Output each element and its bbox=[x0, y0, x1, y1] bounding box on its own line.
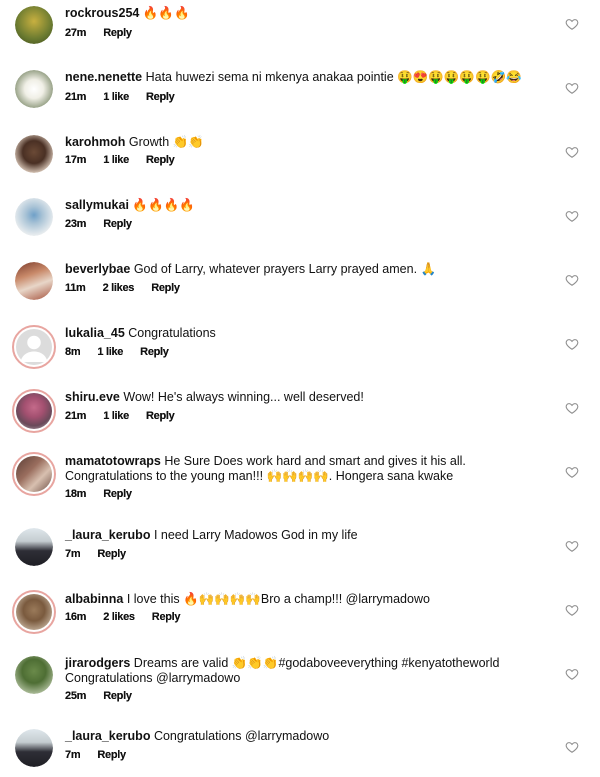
like-heart-icon[interactable] bbox=[565, 539, 579, 553]
comment-text: I love this 🔥🙌🙌🙌🙌Bro a champ!!! @larryma… bbox=[126, 592, 430, 606]
comment-username[interactable]: karohmoh bbox=[65, 135, 125, 149]
reply-button[interactable]: Reply bbox=[146, 410, 175, 422]
reply-button[interactable]: Reply bbox=[103, 488, 132, 500]
avatar[interactable] bbox=[15, 729, 53, 767]
comment-time: 8m bbox=[65, 346, 81, 358]
comment-likes[interactable]: 1 like bbox=[97, 346, 123, 358]
avatar[interactable] bbox=[15, 262, 53, 300]
comment-text: Congratulations bbox=[128, 326, 216, 340]
comment-username[interactable]: mamatotowraps bbox=[65, 454, 161, 468]
comment-time: 21m bbox=[65, 410, 87, 422]
reply-button[interactable]: Reply bbox=[151, 282, 180, 294]
reply-button[interactable]: Reply bbox=[97, 749, 126, 761]
like-heart-icon[interactable] bbox=[565, 740, 579, 754]
reply-button[interactable]: Reply bbox=[103, 218, 132, 230]
comment-username[interactable]: lukalia_45 bbox=[65, 326, 125, 340]
comment-username[interactable]: shiru.eve bbox=[65, 390, 120, 404]
comment-time: 17m bbox=[65, 154, 87, 166]
comment-text: Growth 👏👏 bbox=[128, 135, 204, 149]
comment-time: 18m bbox=[65, 488, 87, 500]
reply-button[interactable]: Reply bbox=[103, 27, 132, 39]
comment-likes[interactable]: 1 like bbox=[103, 154, 129, 166]
like-heart-icon[interactable] bbox=[565, 337, 579, 351]
avatar[interactable] bbox=[15, 70, 53, 108]
reply-button[interactable]: Reply bbox=[146, 91, 175, 103]
avatar[interactable] bbox=[15, 198, 53, 236]
like-heart-icon[interactable] bbox=[565, 401, 579, 415]
like-heart-icon[interactable] bbox=[565, 17, 579, 31]
avatar[interactable] bbox=[12, 325, 56, 369]
comment-time: 11m bbox=[65, 282, 86, 294]
like-heart-icon[interactable] bbox=[565, 145, 579, 159]
comment-time: 27m bbox=[65, 27, 87, 39]
comment-time: 25m bbox=[65, 690, 87, 702]
default-avatar-icon bbox=[20, 335, 48, 362]
like-heart-icon[interactable] bbox=[565, 603, 579, 617]
comment-text: God of Larry, whatever prayers Larry pra… bbox=[133, 262, 437, 276]
comment-time: 7m bbox=[65, 548, 81, 560]
reply-button[interactable]: Reply bbox=[97, 548, 126, 560]
avatar[interactable] bbox=[12, 590, 56, 634]
reply-button[interactable]: Reply bbox=[140, 346, 169, 358]
like-heart-icon[interactable] bbox=[565, 667, 579, 681]
comment-username[interactable]: nene.nenette bbox=[65, 70, 142, 84]
comment-time: 23m bbox=[65, 218, 87, 230]
comment-time: 7m bbox=[65, 749, 81, 761]
comment-text: 🔥🔥🔥 bbox=[142, 6, 190, 20]
comment-username[interactable]: sallymukai bbox=[65, 198, 129, 212]
reply-button[interactable]: Reply bbox=[103, 690, 132, 702]
comment-username[interactable]: beverlybae bbox=[65, 262, 130, 276]
avatar[interactable] bbox=[12, 389, 56, 433]
comment-username[interactable]: rockrous254 bbox=[65, 6, 139, 20]
like-heart-icon[interactable] bbox=[565, 273, 579, 287]
reply-button[interactable]: Reply bbox=[146, 154, 175, 166]
comment-likes[interactable]: 1 like bbox=[103, 91, 129, 103]
comment-likes[interactable]: 2 likes bbox=[103, 282, 135, 294]
comment-time: 16m bbox=[65, 611, 87, 623]
comment-username[interactable]: _laura_kerubo bbox=[65, 729, 150, 743]
comment-username[interactable]: _laura_kerubo bbox=[65, 528, 150, 542]
avatar[interactable] bbox=[15, 656, 53, 694]
reply-button[interactable]: Reply bbox=[152, 611, 181, 623]
comment-text: Dreams are valid 👏👏👏#godaboveeverything … bbox=[65, 656, 500, 685]
like-heart-icon[interactable] bbox=[565, 81, 579, 95]
avatar[interactable] bbox=[15, 6, 53, 44]
comment-likes[interactable]: 1 like bbox=[103, 410, 129, 422]
comment-username[interactable]: albabinna bbox=[65, 592, 123, 606]
comment-text: Hata huwezi sema ni mkenya anakaa pointi… bbox=[145, 70, 522, 84]
comment-likes[interactable]: 2 likes bbox=[103, 611, 135, 623]
comment-text: Wow! He's always winning... well deserve… bbox=[123, 390, 364, 404]
avatar[interactable] bbox=[15, 135, 53, 173]
comment-text: Congratulations @larrymadowo bbox=[153, 729, 330, 743]
comment-text: 🔥🔥🔥🔥 bbox=[132, 198, 195, 212]
avatar[interactable] bbox=[15, 528, 53, 566]
comment-text: I need Larry Madowos God in my life bbox=[153, 528, 358, 542]
avatar[interactable] bbox=[12, 452, 56, 496]
like-heart-icon[interactable] bbox=[565, 465, 579, 479]
like-heart-icon[interactable] bbox=[565, 209, 579, 223]
comment-username[interactable]: jirarodgers bbox=[65, 656, 130, 670]
comment-time: 21m bbox=[65, 91, 87, 103]
